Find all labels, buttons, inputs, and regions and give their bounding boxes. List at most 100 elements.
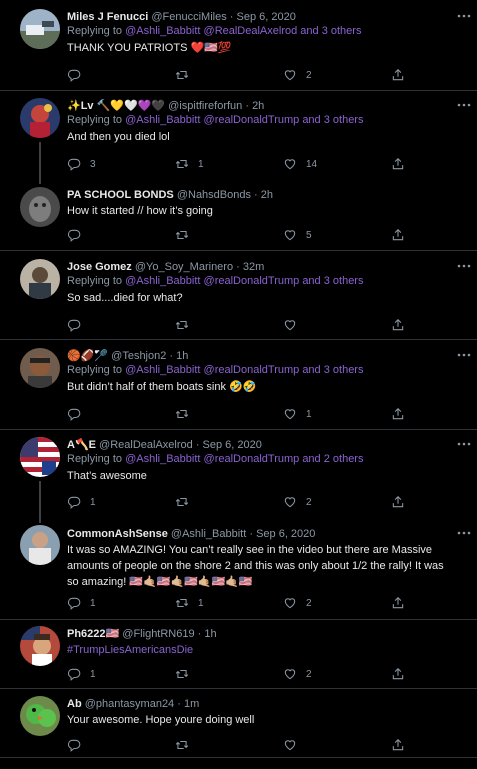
more-icon[interactable] [457, 13, 471, 19]
reply-button[interactable]: 1 [67, 595, 96, 611]
retweet-button[interactable] [175, 666, 198, 682]
like-button[interactable]: 2 [283, 67, 312, 83]
separator: · [174, 698, 184, 710]
share-button[interactable] [391, 317, 405, 333]
retweet-button[interactable]: 1 [175, 156, 204, 172]
avatar[interactable] [20, 696, 60, 736]
retweet-button[interactable] [175, 67, 198, 83]
share-button[interactable] [391, 156, 405, 172]
share-icon [392, 229, 404, 241]
avatar[interactable] [20, 626, 60, 666]
reply-button[interactable]: 1 [67, 494, 96, 510]
share-button[interactable] [391, 666, 405, 682]
share-button[interactable] [391, 494, 405, 510]
like-button[interactable]: 2 [283, 595, 312, 611]
display-name[interactable]: ✨Lv 🔨💛🤍💜🖤 [67, 100, 165, 112]
display-name[interactable]: Miles J Fenucci [67, 11, 148, 23]
hashtag-link[interactable]: #TrumpLiesAmericansDie [67, 642, 447, 658]
display-name[interactable]: CommonAshSense [67, 528, 168, 540]
mention-link[interactable]: @Ashli_Babbitt @realDonaldTrump and 3 ot… [125, 114, 363, 126]
handle[interactable]: @phantasyman24 [85, 698, 174, 710]
handle[interactable]: @NahsdBonds [177, 189, 251, 201]
reply-button[interactable] [67, 406, 90, 422]
mention-link[interactable]: @Ashli_Babbitt @realDonaldTrump and 3 ot… [125, 364, 363, 376]
retweet-button[interactable] [175, 406, 198, 422]
like-button[interactable]: 2 [283, 666, 312, 682]
like-button[interactable] [283, 737, 306, 753]
retweet-button[interactable] [175, 317, 198, 333]
avatar[interactable] [20, 348, 60, 388]
like-button[interactable]: 1 [283, 406, 312, 422]
display-name[interactable]: PA SCHOOL BONDS [67, 189, 174, 201]
retweet-button[interactable]: 1 [175, 595, 204, 611]
avatar[interactable] [20, 9, 60, 49]
share-button[interactable] [391, 737, 405, 753]
like-button[interactable]: 2 [283, 494, 312, 510]
retweet-icon [175, 740, 189, 750]
reply-button[interactable] [67, 67, 90, 83]
reply-button[interactable]: 3 [67, 156, 96, 172]
reply-button[interactable]: 1 [67, 666, 96, 682]
retweet-button[interactable] [175, 737, 198, 753]
display-name[interactable]: Ab [67, 698, 82, 710]
mention-link[interactable]: @Ashli_Babbitt @RealDealAxelrod and 3 ot… [125, 25, 361, 37]
mention-link[interactable]: @Ashli_Babbitt @realDonaldTrump and 3 ot… [125, 275, 363, 287]
handle[interactable]: @RealDealAxelrod [99, 439, 193, 451]
reply-icon [67, 668, 81, 681]
like-button[interactable]: 5 [283, 227, 312, 243]
tweet[interactable]: PA SCHOOL BONDS @NahsdBonds · 2h How it … [0, 180, 477, 251]
display-name[interactable]: Ph6222🇺🇸 [67, 628, 119, 640]
timestamp[interactable]: 1m [184, 698, 199, 710]
display-name[interactable]: Jose Gomez [67, 261, 132, 273]
share-button[interactable] [391, 67, 405, 83]
tweet[interactable]: ✨Lv 🔨💛🤍💜🖤 @ispitfireforfun · 2h Replying… [0, 92, 477, 184]
retweet-button[interactable] [175, 494, 198, 510]
more-icon[interactable] [457, 263, 471, 269]
reply-count: 1 [90, 496, 96, 508]
like-button[interactable]: 14 [283, 156, 317, 172]
more-icon[interactable] [457, 530, 471, 536]
avatar[interactable] [20, 98, 60, 138]
reply-button[interactable] [67, 317, 90, 333]
tweet[interactable]: Miles J Fenucci @FenucciMiles · Sep 6, 2… [0, 0, 477, 91]
timestamp[interactable]: 1h [204, 628, 216, 640]
timestamp[interactable]: Sep 6, 2020 [203, 439, 262, 451]
like-icon [284, 70, 296, 81]
handle[interactable]: @Ashli_Babbitt [171, 528, 246, 540]
tweet[interactable]: Ab @phantasyman24 · 1m Your awesome. Hop… [0, 690, 477, 758]
tweet[interactable]: Ph6222🇺🇸 @FlightRN619 · 1h #TrumpLiesAme… [0, 621, 477, 689]
tweet[interactable]: A🪓E @RealDealAxelrod · Sep 6, 2020 Reply… [0, 431, 477, 523]
tweet[interactable]: 🏀🏈🏸 @Teshjon2 · 1h Replying to @Ashli_Ba… [0, 341, 477, 430]
retweet-button[interactable] [175, 227, 198, 243]
share-button[interactable] [391, 595, 405, 611]
share-button[interactable] [391, 227, 405, 243]
handle[interactable]: @FenucciMiles [151, 11, 226, 23]
avatar[interactable] [20, 259, 60, 299]
display-name[interactable]: A🪓E [67, 439, 96, 451]
more-icon[interactable] [457, 102, 471, 108]
share-button[interactable] [391, 406, 405, 422]
avatar[interactable] [20, 525, 60, 565]
handle[interactable]: @Teshjon2 [111, 350, 166, 362]
handle[interactable]: @Yo_Soy_Marinero [135, 261, 233, 273]
like-button[interactable] [283, 317, 306, 333]
handle[interactable]: @ispitfireforfun [168, 100, 242, 112]
reply-button[interactable] [67, 737, 90, 753]
display-name[interactable]: 🏀🏈🏸 [67, 350, 108, 362]
timestamp[interactable]: 32m [243, 261, 264, 273]
timestamp[interactable]: Sep 6, 2020 [256, 528, 315, 540]
timestamp[interactable]: 2h [252, 100, 264, 112]
tweet[interactable]: CommonAshSense @Ashli_Babbitt · Sep 6, 2… [0, 519, 477, 620]
tweet[interactable]: Jose Gomez @Yo_Soy_Marinero · 32m Replyi… [0, 252, 477, 340]
handle[interactable]: @FlightRN619 [122, 628, 194, 640]
avatar[interactable] [20, 187, 60, 227]
avatar[interactable] [20, 437, 60, 477]
reply-button[interactable] [67, 227, 90, 243]
mention-link[interactable]: @Ashli_Babbitt @realDonaldTrump and 2 ot… [125, 453, 363, 465]
timestamp[interactable]: Sep 6, 2020 [237, 11, 296, 23]
replying-to-label: Replying to [67, 25, 126, 37]
timestamp[interactable]: 1h [176, 350, 188, 362]
more-icon[interactable] [457, 441, 471, 447]
timestamp[interactable]: 2h [261, 189, 273, 201]
more-icon[interactable] [457, 352, 471, 358]
